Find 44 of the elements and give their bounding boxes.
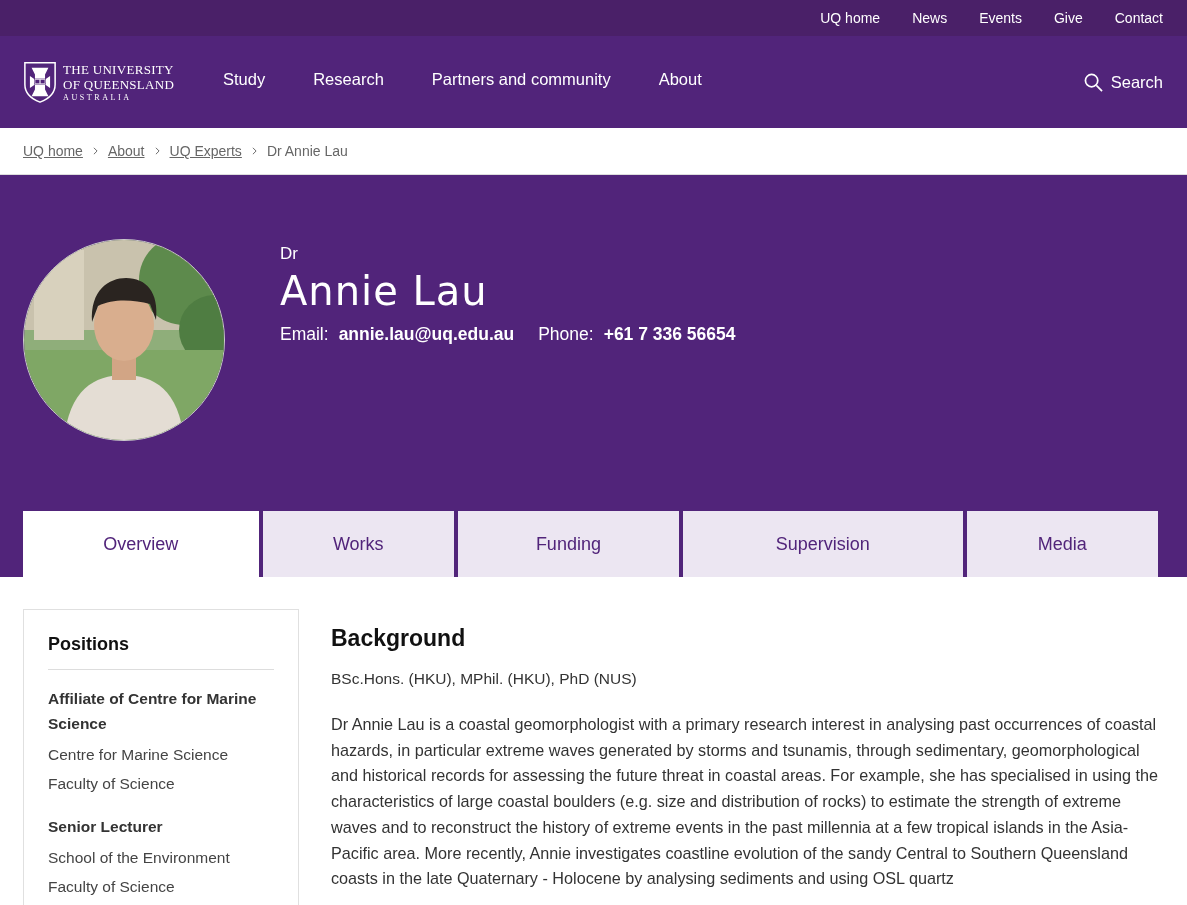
utility-link[interactable]: Contact (1094, 10, 1175, 26)
position-unit: Centre for Marine Science (48, 745, 230, 765)
nav-link[interactable]: About (658, 69, 702, 89)
background-paragraph: Dr Annie Lau is a coastal geomorphologist with a primary research interest in analysing past occurrences of coastal hazards, in particular extreme waves generated by storms and tsunamis, through sedimentary, geomorphological and historical records for assessing the future threat in coastal areas. For example, she has specialised in using the characteristics of large coastal boulders (e.g. size and distribution of rocks) to estimate the strength of extreme waves and to reconstruct the history of extreme events in the past millennia at a few tropical islands in the Asia-Pacific area. More recently, Annie investigates coastline evolution of the sandy Central to Southern Queensland coasts in the late Quaternary - Holocene by analysing sediments and using OSL quartz (331, 714, 1158, 890)
section-heading: Background (331, 625, 467, 652)
crest-icon (23, 61, 57, 103)
position-unit: School of the Environment (48, 848, 231, 868)
utility-link[interactable]: Give (1033, 10, 1095, 26)
phone-link[interactable]: +61 7 336 56654 (603, 324, 736, 345)
tab[interactable]: Media (966, 511, 1158, 577)
utility-link[interactable]: UQ home (800, 10, 893, 26)
profile-name: Annie Lau (280, 268, 489, 314)
tab[interactable]: Works (262, 511, 454, 577)
utility-link[interactable]: News (892, 10, 960, 26)
search-icon (1083, 72, 1103, 92)
chevron-icon (92, 147, 98, 155)
tab[interactable]: Supervision (682, 511, 963, 577)
breadcrumb-link[interactable]: UQ Experts (169, 143, 242, 159)
position-unit: Faculty of Science (48, 774, 176, 794)
nav-link[interactable]: Partners and community (431, 69, 611, 89)
position-unit: Faculty of Science (48, 877, 176, 897)
logo-text: AUSTRALIA (63, 93, 133, 102)
breadcrumb-link[interactable]: About (107, 143, 145, 159)
logo[interactable]: THE UNIVERSITY OF QUEENSLAND AUSTRALIA (23, 61, 200, 103)
logo-text: THE UNIVERSITY (63, 62, 175, 77)
chevron-icon (154, 147, 160, 155)
position-title: Senior Lecturer (48, 817, 164, 837)
nav-link[interactable]: Study (223, 69, 266, 89)
breadcrumb-current: Dr Annie Lau (266, 143, 348, 159)
breadcrumb-link[interactable]: UQ home (23, 143, 83, 159)
logo-text: OF QUEENSLAND (63, 77, 175, 92)
email-link[interactable]: annie.lau@uq.edu.au (338, 324, 515, 345)
email-label: Email: (280, 324, 329, 345)
tab[interactable]: Funding (458, 511, 679, 577)
name-title: Dr (280, 244, 299, 264)
sidebar-heading: Positions (48, 634, 274, 670)
tab[interactable]: Overview (23, 511, 259, 577)
search-button[interactable]: Search (1083, 72, 1163, 92)
phone-label: Phone: (538, 324, 594, 345)
chevron-icon (251, 147, 257, 155)
nav-link[interactable]: Research (313, 69, 384, 89)
utility-link[interactable]: Events (959, 10, 1034, 26)
qualifications-text: BSc.Hons. (HKU), MPhil. (HKU), PhD (NUS) (331, 670, 638, 688)
position-title: Affiliate of Centre for Marine Science (48, 689, 258, 734)
